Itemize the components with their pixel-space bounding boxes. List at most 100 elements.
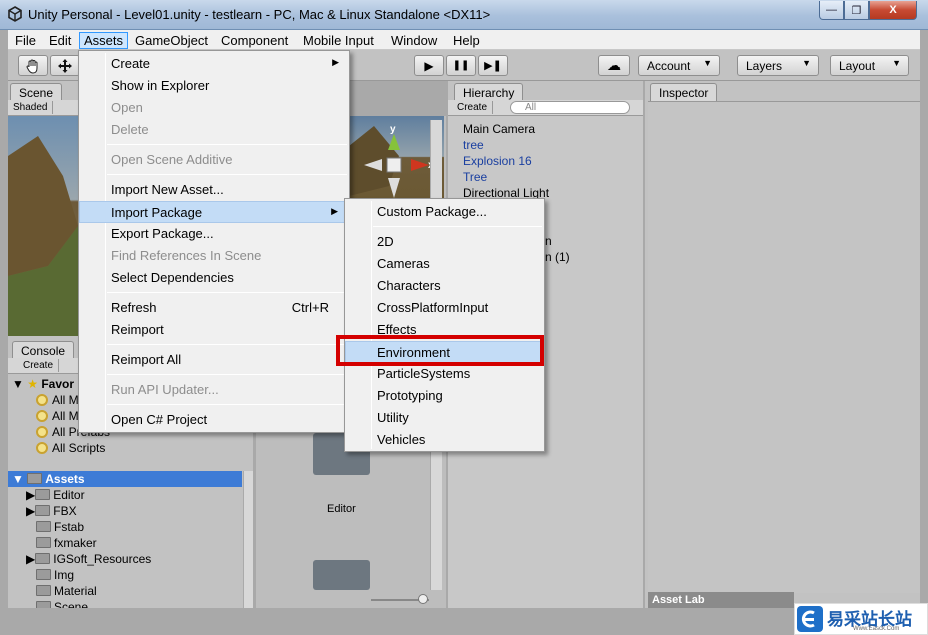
menu-item-label: Import Package: [111, 205, 203, 220]
tab-inspector[interactable]: Inspector: [650, 83, 718, 101]
zoom-slider-handle[interactable]: [418, 594, 428, 604]
menu-item-select-dependencies[interactable]: Select Dependencies: [79, 267, 349, 289]
scene-tab-label: Scene: [19, 86, 54, 100]
hierarchy-item-partial[interactable]: n: [545, 234, 552, 248]
watermark-logo-icon: [797, 606, 823, 632]
project-folder[interactable]: Material: [36, 584, 97, 598]
hierarchy-item[interactable]: tree: [463, 138, 484, 152]
project-folder[interactable]: Img: [36, 568, 74, 582]
submenu-item-particlesystems[interactable]: ParticleSystems: [345, 363, 544, 385]
menu-item-label: Custom Package...: [377, 204, 487, 219]
hierarchy-control-bar: Create All: [448, 100, 643, 116]
submenu-item-utility[interactable]: Utility: [345, 407, 544, 429]
hand-icon: [26, 59, 38, 74]
project-create-dropdown[interactable]: Create: [18, 359, 60, 372]
menu-item-show-in-explorer[interactable]: Show in Explorer: [79, 75, 349, 97]
menu-item-import-package[interactable]: Import Package ▶: [79, 201, 349, 223]
expand-arrow-icon: ▶: [26, 488, 36, 502]
submenu-item-crossplatforminput[interactable]: CrossPlatformInput: [345, 297, 544, 319]
expand-arrow-icon: ▶: [26, 552, 36, 566]
favorite-item-label: All M: [52, 393, 79, 407]
menu-item-find-references: Find References In Scene: [79, 245, 349, 267]
folder-icon: [35, 489, 51, 500]
folder-label: Img: [54, 568, 75, 582]
menu-separator: [107, 374, 347, 375]
menu-item-import-new-asset[interactable]: Import New Asset...: [79, 179, 349, 201]
menu-bar: File Edit Assets GameObject Component Mo…: [8, 30, 920, 50]
menu-item-label: Reimport: [111, 322, 164, 337]
menu-item-refresh[interactable]: Refresh Ctrl+R: [79, 297, 349, 319]
unity-logo-icon: [8, 6, 22, 22]
cloud-button[interactable]: ☁: [598, 55, 630, 76]
play-button[interactable]: ▶: [414, 55, 444, 76]
submenu-item-cameras[interactable]: Cameras: [345, 253, 544, 275]
hierarchy-item[interactable]: Main Camera: [463, 122, 535, 136]
favorite-item[interactable]: All Scripts: [36, 441, 105, 455]
move-arrows-icon: [58, 58, 72, 73]
menu-file[interactable]: File: [10, 32, 41, 49]
folder-icon[interactable]: [313, 560, 370, 590]
menu-component[interactable]: Component: [216, 32, 293, 49]
assets-menu: Create ▶ Show in Explorer Open Delete Ope…: [78, 50, 350, 433]
project-folder[interactable]: Fstab: [36, 520, 84, 534]
dropdown-arrow-icon: ▼: [802, 58, 811, 68]
account-dropdown[interactable]: Account ▼: [638, 55, 720, 76]
menu-mobile-input[interactable]: Mobile Input: [298, 32, 379, 49]
menu-item-label: Cameras: [377, 256, 430, 271]
menu-item-label: 2D: [377, 234, 394, 249]
folder-icon: [36, 569, 51, 580]
assets-root-node[interactable]: ▼ Assets: [8, 471, 242, 487]
project-folder[interactable]: fxmaker: [36, 536, 97, 550]
favorite-item[interactable]: All M: [36, 409, 79, 423]
hierarchy-search-input[interactable]: All: [510, 101, 630, 114]
menu-item-open: Open: [79, 97, 349, 119]
minimize-button[interactable]: —: [819, 1, 844, 20]
project-folder[interactable]: ▶ FBX: [26, 504, 77, 518]
menu-item-open-csharp-project[interactable]: Open C# Project: [79, 409, 349, 431]
menu-gameobject[interactable]: GameObject: [130, 32, 213, 49]
hierarchy-item[interactable]: Tree: [463, 170, 487, 184]
tab-console[interactable]: Console: [12, 341, 75, 359]
menu-item-label: Delete: [111, 122, 149, 137]
menu-item-delete: Delete: [79, 119, 349, 141]
project-folder[interactable]: ▶ Editor: [26, 488, 85, 502]
watermark-subtext: Www.Easck.Com: [853, 626, 900, 632]
submenu-arrow-icon: ▶: [331, 206, 338, 216]
menu-item-reimport[interactable]: Reimport: [79, 319, 349, 341]
hierarchy-create-dropdown[interactable]: Create: [452, 101, 494, 114]
tab-hierarchy[interactable]: Hierarchy: [454, 83, 524, 101]
favorite-item[interactable]: All M: [36, 393, 79, 407]
move-tool-button[interactable]: [50, 55, 80, 76]
menu-window[interactable]: Window: [386, 32, 442, 49]
close-button[interactable]: X: [869, 1, 917, 20]
favorites-node[interactable]: ▼ ★ Favor: [12, 377, 74, 391]
maximize-button[interactable]: ❐: [844, 1, 869, 20]
submenu-item-characters[interactable]: Characters: [345, 275, 544, 297]
project-folder[interactable]: ▶ IGSoft_Resources: [26, 552, 151, 566]
hand-tool-button[interactable]: [18, 55, 48, 76]
star-icon: ★: [27, 377, 38, 391]
tab-scene[interactable]: Scene: [10, 83, 63, 101]
console-tab-label: Console: [21, 344, 66, 358]
submenu-item-prototyping[interactable]: Prototyping: [345, 385, 544, 407]
hierarchy-item[interactable]: Explosion 16: [463, 154, 532, 168]
hierarchy-item-partial[interactable]: n (1): [545, 250, 570, 264]
pause-button[interactable]: ❚❚: [446, 55, 476, 76]
layout-dropdown[interactable]: Layout ▼: [830, 55, 909, 76]
menu-separator: [107, 292, 347, 293]
menu-item-create[interactable]: Create ▶: [79, 53, 349, 75]
submenu-item-2d[interactable]: 2D: [345, 231, 544, 253]
layout-label: Layout: [839, 58, 876, 73]
menu-item-export-package[interactable]: Export Package...: [79, 223, 349, 245]
project-tree-scrollbar[interactable]: [243, 471, 253, 608]
submenu-item-vehicles[interactable]: Vehicles: [345, 429, 544, 451]
submenu-item-custom-package[interactable]: Custom Package...: [345, 201, 544, 223]
menu-help[interactable]: Help: [448, 32, 485, 49]
shading-mode-dropdown[interactable]: Shaded: [8, 101, 54, 114]
layers-dropdown[interactable]: Layers ▼: [737, 55, 819, 76]
menu-assets[interactable]: Assets: [79, 32, 129, 49]
menu-item-reimport-all[interactable]: Reimport All: [79, 349, 349, 371]
menu-edit[interactable]: Edit: [44, 32, 76, 49]
project-folder[interactable]: Scene: [36, 600, 88, 608]
step-button[interactable]: ▶❚: [478, 55, 508, 76]
